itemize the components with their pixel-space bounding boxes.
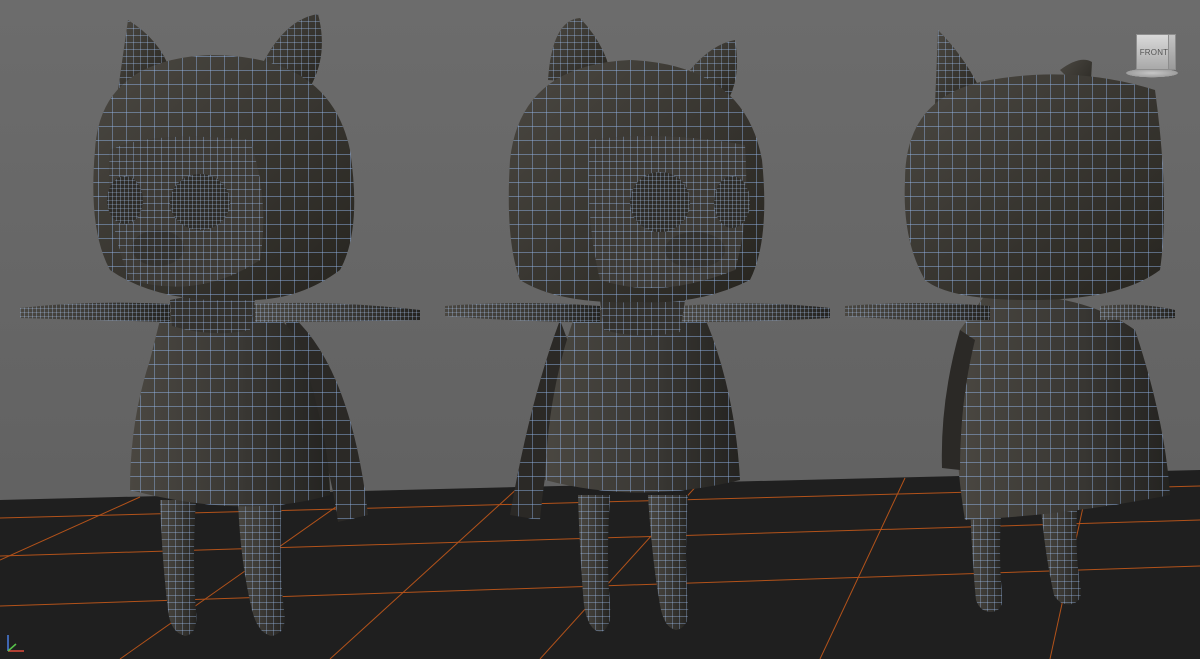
axis-tripod-icon [7,635,24,652]
viewcube-front-label: FRONT [1139,47,1169,57]
viewport-scene[interactable] [0,0,1200,659]
3d-viewport[interactable]: FRONT [0,0,1200,659]
viewcube-front-face[interactable]: FRONT [1136,34,1172,70]
viewcube-right-face[interactable] [1168,34,1176,70]
viewcube[interactable]: FRONT [1120,32,1182,80]
